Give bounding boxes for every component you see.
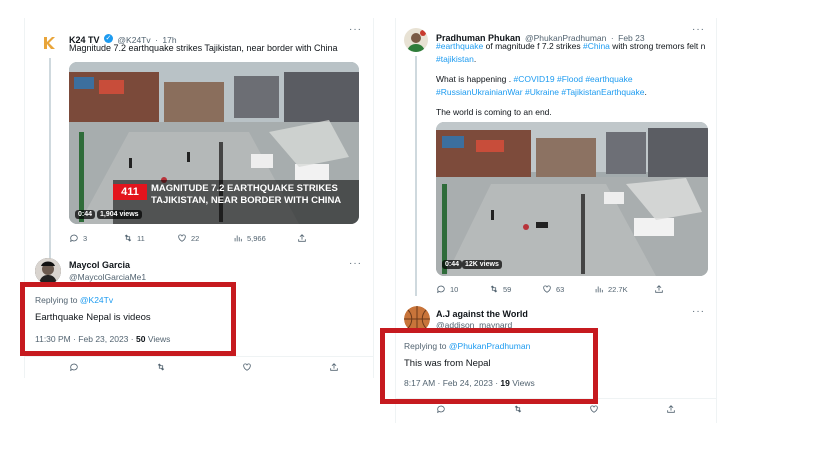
like-action[interactable]: 22 — [177, 233, 233, 243]
highlight-box — [380, 328, 598, 404]
hashtag[interactable]: #tajikistan — [436, 54, 474, 64]
k24-logo-icon — [44, 37, 55, 49]
tweet-video[interactable]: 0:44 12K views — [436, 122, 708, 276]
share-action[interactable] — [329, 362, 339, 372]
pradhuman-avatar[interactable] — [404, 28, 428, 52]
highlight-box — [20, 282, 236, 356]
retweet-icon — [157, 363, 164, 371]
like-action[interactable] — [589, 404, 599, 414]
like-action[interactable]: 63 — [542, 284, 594, 294]
retweet-icon — [514, 405, 521, 413]
text-fragment: . — [473, 53, 477, 64]
heart-icon — [243, 363, 252, 371]
hashtags[interactable]: #RussianUkrainianWar #Ukraine #Tajikista… — [436, 87, 645, 97]
like-count: 63 — [556, 284, 565, 294]
more-options-icon[interactable]: ··· — [692, 306, 705, 317]
video-duration: 0:44 — [442, 260, 463, 269]
retweet-action[interactable] — [513, 404, 523, 414]
reply-author-name[interactable]: Maycol Garcia — [69, 260, 130, 270]
video-duration: 0:44 — [75, 210, 96, 219]
text-fragment: of magnitude f 7.2 strikes — [483, 41, 583, 51]
share-icon — [655, 285, 663, 293]
avatar-photo — [404, 28, 428, 52]
more-options-icon[interactable]: ··· — [349, 24, 362, 35]
retweet-action[interactable]: 11 — [123, 233, 177, 243]
avatar-photo — [35, 258, 61, 284]
reply-action[interactable] — [436, 404, 446, 414]
retweet-action[interactable]: 59 — [489, 284, 542, 294]
tweet-video[interactable]: 411 MAGNITUDE 7.2 EARTHQUAKE STRIKES TAJ… — [69, 62, 359, 224]
thread-line — [415, 56, 417, 296]
text-fragment: with strong tremors felt n — [609, 41, 706, 51]
more-options-icon[interactable]: ··· — [692, 24, 705, 35]
thread-line — [49, 58, 51, 258]
share-action[interactable] — [654, 284, 664, 294]
retweet-count: 11 — [137, 233, 145, 243]
tweet-actions: 10 59 63 22.7K — [436, 284, 708, 294]
view-count: 5,966 — [247, 233, 266, 243]
heart-icon — [543, 285, 551, 293]
like-count: 22 — [191, 233, 200, 243]
reply-icon — [437, 285, 445, 294]
tweet-actions: 3 11 22 5,966 — [69, 233, 359, 243]
view-count: 22.7K — [608, 284, 628, 294]
heart-icon — [178, 234, 186, 242]
video-views: 12K views — [462, 260, 502, 269]
hashtag[interactable]: #earthquake — [436, 41, 483, 51]
reply-action[interactable]: 10 — [436, 284, 489, 294]
reply-actions — [436, 404, 676, 414]
more-options-icon[interactable]: ··· — [349, 258, 362, 269]
caption-number: 411 — [113, 184, 147, 200]
reply-count: 10 — [450, 284, 459, 294]
text-fragment: . — [644, 86, 647, 97]
retweet-action[interactable] — [156, 362, 166, 372]
share-action[interactable] — [666, 404, 676, 414]
video-views: 1,904 views — [97, 210, 142, 219]
k24-avatar[interactable] — [39, 32, 61, 54]
closing-line: The world is coming to an end. — [436, 107, 552, 117]
caption-line-1: MAGNITUDE 7.2 EARTHQUAKE STRIKES — [151, 183, 338, 194]
caption-line-2: TAJIKISTAN, NEAR BORDER WITH CHINA — [151, 195, 342, 206]
share-icon — [298, 234, 306, 242]
text-fragment: What is happening . — [436, 74, 514, 84]
video-thumbnail — [436, 122, 708, 276]
analytics-icon — [595, 286, 603, 293]
reply-count: 3 — [83, 233, 88, 243]
hashtags[interactable]: #COVID19 #Flood #earthquake — [514, 74, 633, 84]
reply-icon — [70, 363, 78, 372]
divider — [25, 356, 373, 357]
analytics-icon — [234, 235, 242, 242]
retweet-count: 59 — [503, 284, 512, 294]
share-action[interactable] — [297, 233, 307, 243]
reply-action[interactable] — [69, 362, 79, 372]
reply-icon — [437, 405, 445, 414]
retweet-icon — [490, 285, 498, 293]
tweet-text: Magnitude 7.2 earthquake strikes Tajikis… — [69, 43, 338, 53]
views-action[interactable]: 5,966 — [233, 233, 297, 243]
share-icon — [330, 363, 338, 371]
share-icon — [667, 405, 675, 413]
views-action[interactable]: 22.7K — [594, 284, 654, 294]
heart-icon — [590, 405, 599, 413]
like-action[interactable] — [242, 362, 252, 372]
reply-author-handle[interactable]: @MaycolGarciaMe1 — [69, 272, 146, 282]
reply-actions — [69, 362, 339, 372]
reply-icon — [70, 234, 78, 243]
maycol-avatar[interactable] — [35, 258, 61, 284]
reply-action[interactable]: 3 — [69, 233, 123, 243]
retweet-icon — [124, 234, 132, 242]
hashtag[interactable]: #China — [583, 41, 610, 51]
tweet-text: #earthquake of magnitude f 7.2 strikes #… — [436, 40, 711, 119]
reply-author-name[interactable]: A.J against the World — [436, 309, 528, 319]
